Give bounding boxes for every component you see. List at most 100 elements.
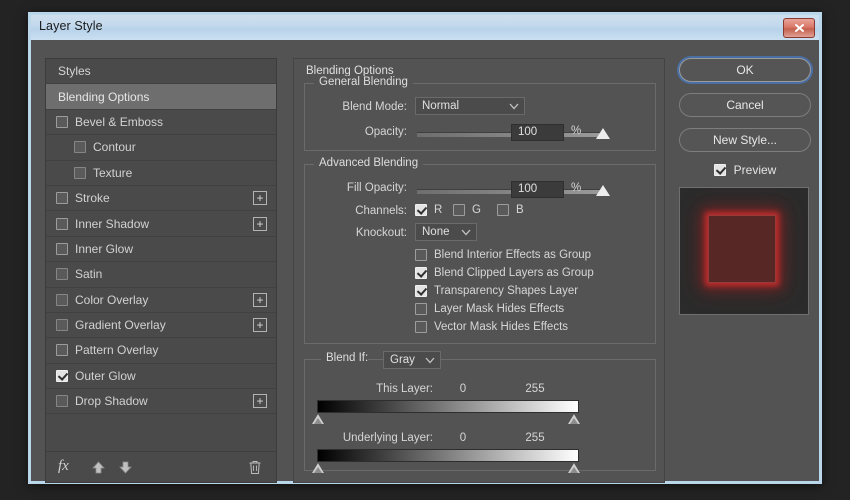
outer-glow-label: Outer Glow [75,368,136,383]
stroke-label: Stroke [75,191,110,206]
gradient-overlay-add-icon[interactable]: + [253,318,267,333]
underlying-layer-min: 0 [459,432,467,444]
blend-interior-effects-checkbox[interactable] [415,249,427,261]
delete-icon[interactable] [248,460,262,480]
blend-clipped-layers-label: Blend Clipped Layers as Group [434,267,594,279]
preview-label: Preview [733,163,777,177]
channel-r-label: R [434,204,443,216]
stroke-add-icon[interactable]: + [253,191,267,206]
fill-opacity-slider-thumb[interactable] [596,185,610,196]
underlying-layer-thumb-white[interactable] [568,463,580,473]
title-bar[interactable]: Layer Style [31,15,819,41]
styles-list-header: Styles [46,59,276,85]
channel-g-toggle[interactable]: G [453,204,481,216]
fill-opacity-input[interactable]: 100 [511,181,564,198]
blend-clipped-layers-checkbox[interactable] [415,267,427,279]
opacity-slider-thumb[interactable] [596,128,610,139]
blend-if-channel-value: Gray [390,354,415,366]
transparency-shapes-layer-toggle[interactable]: Transparency Shapes Layer [415,285,578,297]
opacity-label: Opacity: [364,126,407,138]
layer-mask-hides-effects-toggle[interactable]: Layer Mask Hides Effects [415,303,564,315]
cancel-button[interactable]: Cancel [679,93,811,117]
sidebar-item-satin[interactable]: Satin [46,262,276,288]
transparency-shapes-layer-checkbox[interactable] [415,285,427,297]
color-overlay-checkbox[interactable] [56,293,68,306]
channel-b-label: B [516,204,524,216]
blend-if-channel-dropdown[interactable]: Gray [383,351,441,369]
channel-b-toggle[interactable]: B [497,204,524,216]
ok-button[interactable]: OK [679,58,811,82]
this-layer-gradient-bar[interactable] [312,400,580,424]
dialog-body: Styles Blending Options Bevel & Emboss C… [31,40,819,483]
sidebar-item-bevel-emboss[interactable]: Bevel & Emboss [46,110,276,136]
action-buttons-column: OK Cancel New Style... Preview [679,58,811,315]
vector-mask-hides-effects-checkbox[interactable] [415,321,427,333]
channel-g-label: G [472,204,481,216]
satin-label: Satin [75,267,103,282]
channel-b-checkbox[interactable] [497,204,509,216]
blend-mode-dropdown[interactable]: Normal [415,97,525,115]
sidebar-item-stroke[interactable]: Stroke + [46,186,276,212]
layer-mask-hides-effects-checkbox[interactable] [415,303,427,315]
inner-shadow-add-icon[interactable]: + [253,216,267,231]
stroke-checkbox[interactable] [56,192,68,205]
blending-options-panel: Blending Options General Blending Blend … [293,58,665,483]
this-layer-min: 0 [459,383,467,395]
fill-opacity-label: Fill Opacity: [346,182,407,194]
close-button[interactable] [783,18,815,38]
channel-r-checkbox[interactable] [415,204,427,216]
underlying-layer-thumb-black[interactable] [312,463,324,473]
inner-glow-checkbox[interactable] [56,242,68,255]
satin-checkbox[interactable] [56,268,68,281]
color-overlay-add-icon[interactable]: + [253,292,267,307]
sidebar-item-outer-glow[interactable]: Outer Glow [46,364,276,390]
drop-shadow-checkbox[interactable] [56,395,68,408]
color-overlay-label: Color Overlay [75,292,149,307]
transparency-shapes-layer-label: Transparency Shapes Layer [434,285,579,297]
knockout-dropdown[interactable]: None [415,223,477,241]
move-down-icon[interactable] [118,460,133,480]
inner-shadow-checkbox[interactable] [56,217,68,230]
drop-shadow-add-icon[interactable]: + [253,394,267,409]
preview-toggle[interactable]: Preview [679,163,811,177]
texture-label: Texture [93,165,133,180]
blend-interior-effects-label: Blend Interior Effects as Group [434,249,592,261]
channel-r-toggle[interactable]: R [415,204,442,216]
gradient-overlay-checkbox[interactable] [56,319,68,332]
sidebar-item-contour[interactable]: Contour [46,135,276,161]
sidebar-item-color-overlay[interactable]: Color Overlay + [46,288,276,313]
underlying-layer-gradient-bar[interactable] [312,449,580,473]
blend-clipped-layers-toggle[interactable]: Blend Clipped Layers as Group [415,267,594,279]
blend-if-group: Blend If: Gray This Layer: 0 255 Underly… [304,351,656,473]
contour-checkbox[interactable] [74,141,86,154]
channel-g-checkbox[interactable] [453,204,465,216]
sidebar-item-pattern-overlay[interactable]: Pattern Overlay [46,338,276,364]
pattern-overlay-label: Pattern Overlay [75,343,159,358]
this-layer-thumb-black[interactable] [312,414,324,424]
sidebar-item-drop-shadow[interactable]: Drop Shadow + [46,389,276,415]
sidebar-item-inner-glow[interactable]: Inner Glow [46,237,276,263]
pattern-overlay-checkbox[interactable] [56,344,68,357]
sidebar-item-inner-shadow[interactable]: Inner Shadow + [46,211,276,237]
sidebar-item-gradient-overlay[interactable]: Gradient Overlay + [46,313,276,339]
opacity-unit: % [571,125,582,137]
opacity-input[interactable]: 100 [511,124,564,141]
inner-shadow-label: Inner Shadow [75,216,150,231]
sidebar-item-blending-options[interactable]: Blending Options [46,84,276,110]
vector-mask-hides-effects-toggle[interactable]: Vector Mask Hides Effects [415,321,568,333]
styles-list[interactable]: Styles Blending Options Bevel & Emboss C… [46,59,276,452]
outer-glow-checkbox[interactable] [56,369,68,382]
blend-interior-effects-toggle[interactable]: Blend Interior Effects as Group [415,249,591,261]
sidebar-item-texture[interactable]: Texture [46,161,276,186]
this-layer-max: 255 [525,383,545,395]
this-layer-thumb-white[interactable] [568,414,580,424]
bevel-emboss-checkbox[interactable] [56,115,68,128]
move-up-icon[interactable] [91,460,106,480]
new-style-button[interactable]: New Style... [679,128,811,152]
fx-icon[interactable]: fx [58,458,69,475]
preview-checkbox[interactable] [713,164,726,176]
gradient-overlay-label: Gradient Overlay [75,318,166,333]
texture-checkbox[interactable] [74,166,86,179]
close-icon [794,24,804,32]
styles-footer-toolbar: fx [46,451,276,482]
